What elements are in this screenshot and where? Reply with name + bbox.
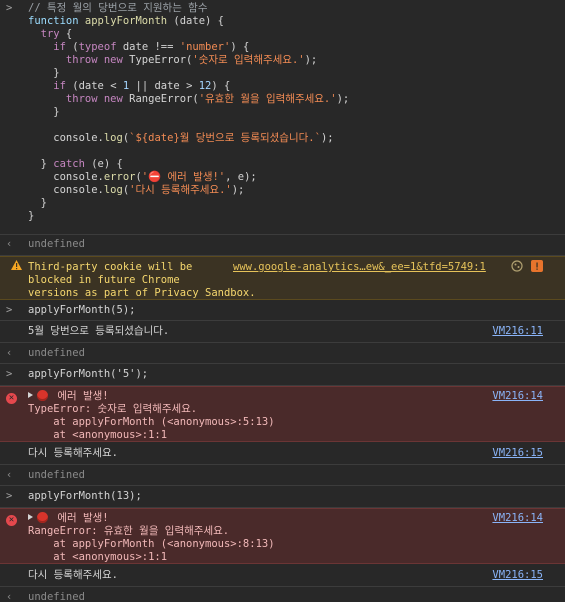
result-row: ‹ undefined — [0, 235, 565, 256]
prompt-chevron-icon: > — [6, 304, 13, 316]
code-line: function applyForMonth (date) { — [28, 15, 224, 27]
prompt-chevron-icon: > — [6, 490, 13, 502]
result-arrow-icon: ‹ — [6, 238, 13, 250]
expand-triangle-icon[interactable] — [28, 392, 33, 398]
result-row: ‹ undefined — [0, 465, 565, 486]
result-value: undefined — [28, 469, 85, 481]
code-block: // 특정 월의 당번으로 지원하는 함수 function applyForMo… — [28, 2, 555, 223]
source-location-link[interactable]: VM216:14 — [492, 390, 543, 403]
log-text: 다시 등록해주세요. — [28, 569, 118, 581]
no-entry-emoji-icon — [37, 390, 48, 401]
code-line: } — [28, 210, 35, 222]
code-line: } — [28, 106, 60, 118]
console-input-row[interactable]: > applyForMonth('5'); — [0, 364, 565, 386]
error-header[interactable]: 에러 발생! — [28, 512, 555, 525]
result-row: ‹ undefined — [0, 587, 565, 602]
log-text: 다시 등록해주세요. — [28, 447, 118, 459]
warning-actions — [511, 260, 543, 276]
error-stack: RangeError: 유효한 월을 입력해주세요. at applyForMo… — [28, 525, 275, 563]
source-location-link[interactable]: VM216:15 — [492, 447, 543, 460]
result-value: undefined — [28, 347, 85, 359]
error-message: ✕ 에러 발생! TypeError: 숫자로 입력해주세요. at apply… — [0, 386, 565, 442]
input-command: applyForMonth(13); — [28, 490, 142, 502]
result-row: ‹ undefined — [0, 343, 565, 364]
console-input-code[interactable]: > // 특정 월의 당번으로 지원하는 함수 function applyFor… — [0, 0, 565, 235]
code-line: if (date < 1 || date > 12) { — [28, 80, 231, 92]
issue-flag-icon[interactable] — [531, 260, 543, 276]
result-value: undefined — [28, 591, 85, 602]
code-line: } — [28, 197, 47, 209]
code-line: if (typeof date !== 'number') { — [28, 41, 250, 53]
result-value: undefined — [28, 238, 85, 250]
error-stack: TypeError: 숫자로 입력해주세요. at applyForMonth … — [28, 403, 275, 441]
code-line: console.log('다시 등록해주세요.'); — [28, 184, 245, 196]
error-icon: ✕ — [6, 513, 24, 526]
error-header[interactable]: 에러 발생! — [28, 390, 555, 403]
log-row: 다시 등록해주세요. VM216:15 — [0, 564, 565, 587]
warning-source-link[interactable]: www.google-analytics…ew&_ee=1&tfd=5749:1 — [233, 261, 486, 274]
no-entry-emoji-icon — [37, 512, 48, 523]
console-input-row[interactable]: > applyForMonth(5); — [0, 300, 565, 321]
code-line: // 특정 월의 당번으로 지원하는 함수 — [28, 2, 208, 14]
log-text: 5월 당번으로 등록되셨습니다. — [28, 325, 170, 337]
error-icon: ✕ — [6, 391, 24, 404]
input-command: applyForMonth('5'); — [28, 368, 149, 380]
warning-message: Third-party cookie will be blocked in fu… — [0, 256, 565, 300]
devtools-console: > // 특정 월의 당번으로 지원하는 함수 function applyFor… — [0, 0, 565, 602]
code-line: try { — [28, 28, 73, 40]
console-input-row[interactable]: > applyForMonth(13); — [0, 486, 565, 508]
code-line: throw new RangeError('유효한 월을 입력해주세요.'); — [28, 93, 350, 105]
result-arrow-icon: ‹ — [6, 347, 13, 359]
expand-triangle-icon[interactable] — [28, 514, 33, 520]
source-location-link[interactable]: VM216:15 — [492, 569, 543, 582]
prompt-chevron-icon: > — [6, 2, 13, 14]
input-command: applyForMonth(5); — [28, 304, 136, 316]
log-row: 5월 당번으로 등록되셨습니다. VM216:11 — [0, 321, 565, 343]
error-message: ✕ 에러 발생! RangeError: 유효한 월을 입력해주세요. at a… — [0, 508, 565, 564]
code-line: console.error('⛔ 에러 발생!', e); — [28, 171, 257, 183]
source-location-link[interactable]: VM216:14 — [492, 512, 543, 525]
code-line: console.log(`${date}월 당번으로 등록되셨습니다.`); — [28, 132, 334, 144]
result-arrow-icon: ‹ — [6, 469, 13, 481]
source-location-link[interactable]: VM216:11 — [492, 325, 543, 338]
cookie-icon[interactable] — [511, 260, 523, 276]
code-line: throw new TypeError('숫자로 입력해주세요.'); — [28, 54, 318, 66]
code-line: } — [28, 67, 60, 79]
log-row: 다시 등록해주세요. VM216:15 — [0, 442, 565, 465]
prompt-chevron-icon: > — [6, 368, 13, 380]
result-arrow-icon: ‹ — [6, 591, 13, 602]
code-line: } catch (e) { — [28, 158, 123, 170]
warning-icon — [11, 260, 29, 270]
